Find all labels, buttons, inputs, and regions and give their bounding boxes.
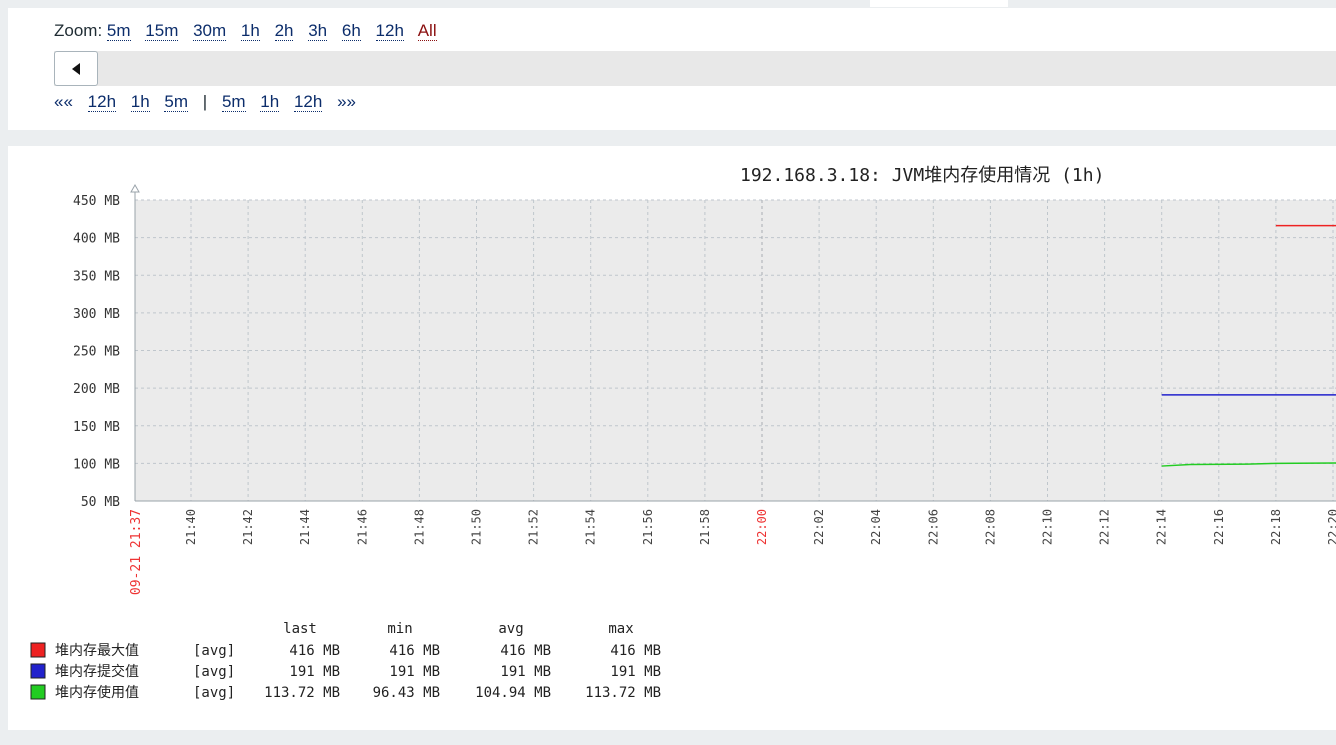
legend-value-avg: 416 MB <box>500 643 551 659</box>
zoom-1h[interactable]: 1h <box>240 21 260 41</box>
x-tick-label: 21:48 <box>412 509 426 545</box>
x-tick-label: 21:44 <box>298 509 312 545</box>
x-tick-label: 21:58 <box>698 509 712 545</box>
zoom-30m[interactable]: 30m <box>193 21 227 41</box>
x-tick-label: 22:10 <box>1041 509 1055 545</box>
legend-value-last: 113.72 MB <box>264 685 340 701</box>
legend-func: [avg] <box>193 643 235 659</box>
legend-value-max: 191 MB <box>610 664 661 680</box>
legend-value-min: 96.43 MB <box>373 685 440 701</box>
x-tick-label: 21:54 <box>584 509 598 545</box>
top-tab <box>870 0 1008 7</box>
legend-value-min: 416 MB <box>389 643 440 659</box>
y-tick-label: 450 MB <box>73 194 120 209</box>
zoom-all[interactable]: All <box>417 21 437 41</box>
legend-swatch <box>30 684 46 700</box>
forward-all-link[interactable]: »» <box>337 92 356 111</box>
forward-1h[interactable]: 1h <box>260 92 280 112</box>
back-5m[interactable]: 5m <box>164 92 189 112</box>
legend-value-last: 416 MB <box>289 643 340 659</box>
zoom-5m[interactable]: 5m <box>106 21 131 41</box>
back-12h[interactable]: 12h <box>87 92 117 112</box>
zoom-3h[interactable]: 3h <box>308 21 328 41</box>
x-tick-label: 21:52 <box>527 509 541 545</box>
forward-12h[interactable]: 12h <box>293 92 323 112</box>
legend-header: last <box>283 621 317 637</box>
zoom-2h[interactable]: 2h <box>274 21 294 41</box>
triangle-left-icon <box>72 62 80 75</box>
graph-panel: 192.168.3.18: JVM堆内存使用情况 (1h) 50 MB 100 MB… <box>8 146 1336 730</box>
legend-header: min <box>387 621 412 637</box>
y-tick-label: 100 MB <box>73 457 120 472</box>
legend-name: 堆内存使用值 <box>55 684 139 701</box>
y-tick-label: 200 MB <box>73 382 120 397</box>
legend-header: max <box>608 621 633 637</box>
x-tick-label: 22:14 <box>1155 509 1169 545</box>
zoom-6h[interactable]: 6h <box>341 21 361 41</box>
zoom-label: Zoom: <box>54 21 103 40</box>
scroll-left-button[interactable] <box>54 51 98 86</box>
x-tick-label: 21:56 <box>641 509 655 545</box>
y-tick-label: 350 MB <box>73 269 120 284</box>
x-tick-label: 22:02 <box>812 509 826 545</box>
y-tick-label: 400 MB <box>73 232 120 247</box>
legend-func: [avg] <box>193 664 235 680</box>
legend-value-min: 191 MB <box>389 664 440 680</box>
chart-title: 192.168.3.18: JVM堆内存使用情况 (1h) <box>740 165 1104 186</box>
period-nav: «« 12h 1h 5m | 5m 1h 12h »» <box>54 92 366 112</box>
zoom-15m[interactable]: 15m <box>145 21 179 41</box>
nav-separator: | <box>202 92 208 111</box>
legend-value-max: 416 MB <box>610 643 661 659</box>
x-tick-label: 21:46 <box>355 509 369 545</box>
legend-value-max: 113.72 MB <box>585 685 661 701</box>
zoom-row: Zoom: 5m 15m 30m 1h 2h 3h 6h 12h All <box>54 21 447 41</box>
x-tick-label: 22:12 <box>1098 509 1112 545</box>
time-control-panel: Zoom: 5m 15m 30m 1h 2h 3h 6h 12h All «« … <box>8 8 1336 130</box>
legend-swatch <box>30 663 46 679</box>
y-axis-arrow <box>130 183 140 193</box>
x-tick-label: 22:16 <box>1212 509 1226 545</box>
y-tick-label: 50 MB <box>81 495 120 510</box>
legend-header: avg <box>498 621 523 637</box>
jvm-heap-chart: 192.168.3.18: JVM堆内存使用情况 (1h) 50 MB 100 MB… <box>30 165 1336 701</box>
legend-value-avg: 191 MB <box>500 664 551 680</box>
x-tick-label: 22:08 <box>983 509 997 545</box>
forward-5m[interactable]: 5m <box>221 92 246 112</box>
timeline-scrollbar[interactable] <box>54 51 1336 86</box>
x-tick-label: 21:42 <box>241 509 255 545</box>
legend-swatch <box>30 642 46 658</box>
x-tick-label: 21:50 <box>470 509 484 545</box>
x-tick-label: 22:00 <box>755 509 769 545</box>
y-tick-label: 250 MB <box>73 345 120 360</box>
legend-name: 堆内存提交值 <box>55 663 139 680</box>
x-start-label: 09-21 21:37 <box>129 509 144 595</box>
back-all-link[interactable]: «« <box>54 92 73 111</box>
x-tick-label: 22:18 <box>1269 509 1283 545</box>
x-tick-label: 22:06 <box>926 509 940 545</box>
legend-value-last: 191 MB <box>289 664 340 680</box>
y-tick-label: 150 MB <box>73 420 120 435</box>
x-tick-label: 22:04 <box>869 509 883 545</box>
x-tick-label: 21:40 <box>184 509 198 545</box>
legend-value-avg: 104.94 MB <box>475 685 551 701</box>
legend-name: 堆内存最大值 <box>55 643 139 659</box>
zoom-12h[interactable]: 12h <box>375 21 404 41</box>
legend-func: [avg] <box>193 685 235 701</box>
y-tick-label: 300 MB <box>73 307 120 322</box>
back-1h[interactable]: 1h <box>130 92 150 112</box>
x-tick-label: 22:20 <box>1326 509 1336 545</box>
